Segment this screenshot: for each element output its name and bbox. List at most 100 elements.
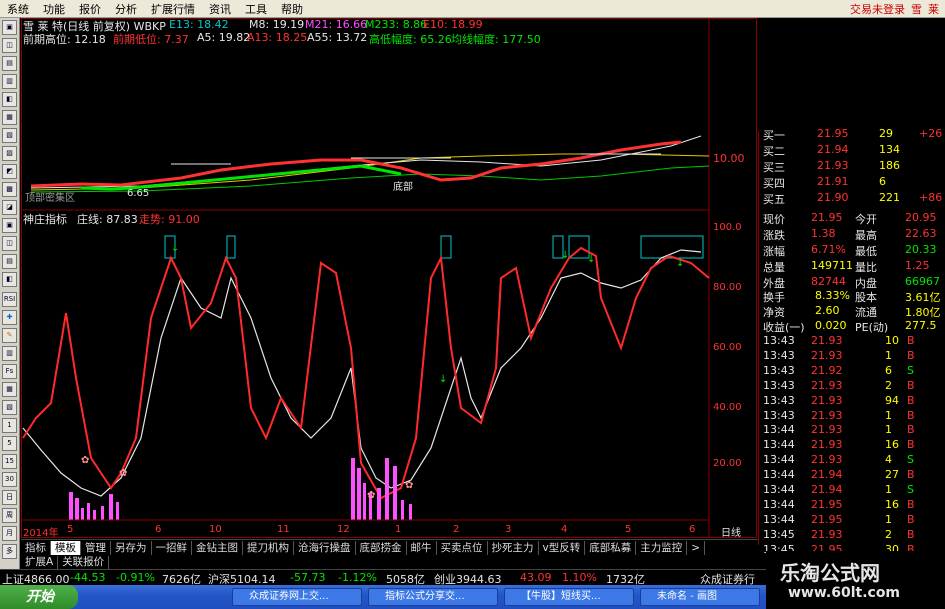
tick-volume: 16 bbox=[885, 497, 899, 511]
quote-label: PE(动) bbox=[855, 321, 889, 334]
period-30min[interactable]: 30 bbox=[2, 472, 17, 487]
tab-template[interactable]: 模板 bbox=[51, 540, 81, 555]
menu-extended[interactable]: 扩展行情 bbox=[144, 1, 202, 17]
toolbar-button[interactable]: ▧ bbox=[2, 128, 17, 143]
avg-range: 均线幅度: 177.50 bbox=[451, 33, 541, 46]
pencil-icon[interactable]: ✎ bbox=[2, 328, 17, 343]
quote-label: 现价 bbox=[763, 213, 785, 226]
indicator-axis-20: 20.00 bbox=[713, 458, 742, 469]
quote-label: 今开 bbox=[855, 213, 877, 226]
login-status[interactable]: 交易未登录 bbox=[850, 1, 905, 17]
volume-bar bbox=[116, 502, 119, 520]
volume-bar bbox=[109, 494, 113, 520]
menu-function[interactable]: 功能 bbox=[36, 1, 72, 17]
tick-volume: 4 bbox=[885, 453, 892, 467]
period-5min[interactable]: 5 bbox=[2, 436, 17, 451]
menu-bar: 系统 功能 报价 分析 扩展行情 资讯 工具 帮助 交易未登录 雪 莱 bbox=[0, 0, 945, 18]
tab-manage[interactable]: 管理 bbox=[81, 540, 111, 555]
cy-change: 43.09 bbox=[520, 571, 552, 584]
menu-news[interactable]: 资讯 bbox=[202, 1, 238, 17]
bid-price[interactable]: 21.93 bbox=[817, 159, 849, 172]
period-week[interactable]: 周 bbox=[2, 508, 17, 523]
tab-yizhaoxian[interactable]: 一招鲜 bbox=[152, 540, 192, 555]
tab-youniu[interactable]: 邮牛 bbox=[407, 540, 437, 555]
start-button[interactable]: 开始 bbox=[0, 585, 78, 609]
quote-label: 最高 bbox=[855, 229, 877, 242]
tab-dibu-laojin[interactable]: 底部捞金 bbox=[356, 540, 407, 555]
toolbar-button[interactable]: ◫ bbox=[2, 236, 17, 251]
taskbar-item[interactable]: 【牛股】短线买... bbox=[504, 588, 634, 606]
period-15min[interactable]: 15 bbox=[2, 454, 17, 469]
tab-maimai[interactable]: 买卖点位 bbox=[437, 540, 488, 555]
quote-label: 换手 bbox=[763, 291, 785, 304]
toolbar-button[interactable]: ◩ bbox=[2, 164, 17, 179]
taskbar-item[interactable]: 指标公式分享交... bbox=[368, 588, 498, 606]
tab-save-as[interactable]: 另存为 bbox=[111, 540, 152, 555]
tab-related-quote[interactable]: 关联报价 bbox=[58, 555, 110, 569]
period-day[interactable]: 日 bbox=[2, 490, 17, 505]
menu-system[interactable]: 系统 bbox=[0, 1, 36, 17]
toolbar-button[interactable]: ▨ bbox=[2, 146, 17, 161]
bid-volume: 6 bbox=[879, 175, 886, 188]
up-marker-icon: ✿ bbox=[405, 480, 413, 491]
signal-box bbox=[440, 235, 452, 259]
toolbar-button[interactable]: ▤ bbox=[2, 254, 17, 269]
bid-price[interactable]: 21.94 bbox=[817, 143, 849, 156]
tab-tidao[interactable]: 提刀机构 bbox=[243, 540, 294, 555]
tick-time: 13:45 bbox=[763, 527, 795, 541]
toolbar-button[interactable]: ▦ bbox=[2, 382, 17, 397]
period-label[interactable]: 日线 bbox=[721, 524, 741, 539]
tick-side: B bbox=[907, 393, 915, 407]
menu-help[interactable]: 帮助 bbox=[274, 1, 310, 17]
tab-dibu-simu[interactable]: 底部私募 bbox=[585, 540, 637, 555]
crosshair-icon[interactable]: ✚ bbox=[2, 310, 17, 325]
toolbar-button[interactable]: ▧ bbox=[2, 400, 17, 415]
m8-value: M8: 19.19 bbox=[249, 18, 305, 31]
tab-extension-a[interactable]: 扩展A bbox=[21, 555, 59, 569]
period-1min[interactable]: 1 bbox=[2, 418, 17, 433]
quote-value: 0.020 bbox=[815, 319, 847, 332]
tab-chaosi[interactable]: 抄死主力 bbox=[488, 540, 539, 555]
tick-time: 13:43 bbox=[763, 393, 795, 407]
toolbar-button[interactable]: Fs bbox=[2, 364, 17, 379]
menu-right-char-1: 雪 bbox=[911, 2, 922, 16]
toolbar-button[interactable]: ▦ bbox=[2, 110, 17, 125]
indicator-axis-100: 100.0 bbox=[713, 222, 742, 233]
toolbar-button[interactable]: ▣ bbox=[2, 20, 17, 35]
toolbar-button[interactable]: ◧ bbox=[2, 92, 17, 107]
menu-tools[interactable]: 工具 bbox=[238, 1, 274, 17]
toolbar-button[interactable]: ◪ bbox=[2, 200, 17, 215]
chart-area[interactable]: ↓ ↓ ↓ ↓ ↓ ✿ ✿ ✿ ✿ 雪 莱 特(日线 前复权) WBKP E13… bbox=[21, 18, 758, 539]
rsi-button[interactable]: RSI bbox=[2, 292, 17, 307]
tab-jinzuan[interactable]: 金钻主图 bbox=[192, 540, 243, 555]
quote-label: 净资 bbox=[763, 306, 785, 319]
bid-volume: 186 bbox=[879, 159, 900, 172]
quote-value: 277.5 bbox=[905, 319, 937, 332]
indicator-title[interactable]: 神庄指标 bbox=[23, 211, 67, 227]
toolbar-button[interactable]: ▤ bbox=[2, 56, 17, 71]
quote-value: 3.61亿 bbox=[905, 291, 941, 304]
tab-zhuli[interactable]: 主力监控 bbox=[636, 540, 688, 555]
bid-price[interactable]: 21.95 bbox=[817, 127, 849, 140]
bid-price[interactable]: 21.91 bbox=[817, 175, 849, 188]
tab-scroll-right[interactable]: > bbox=[687, 540, 706, 555]
tab-indicator[interactable]: 指标 bbox=[21, 540, 51, 555]
toolbar-button[interactable]: ▣ bbox=[2, 218, 17, 233]
period-month[interactable]: 月 bbox=[2, 526, 17, 541]
toolbar-button[interactable]: ▥ bbox=[2, 74, 17, 89]
tab-v-reversal[interactable]: v型反转 bbox=[539, 540, 586, 555]
menu-quote[interactable]: 报价 bbox=[72, 1, 108, 17]
period-multi[interactable]: 多 bbox=[2, 544, 17, 559]
toolbar-button[interactable]: ◫ bbox=[2, 38, 17, 53]
toolbar-button[interactable]: ▩ bbox=[2, 182, 17, 197]
taskbar-item[interactable]: 未命名 - 画图 bbox=[640, 588, 760, 606]
taskbar-item[interactable]: 众成证券网上交... bbox=[232, 588, 362, 606]
menu-analysis[interactable]: 分析 bbox=[108, 1, 144, 17]
toolbar-button[interactable]: ▥ bbox=[2, 346, 17, 361]
tick-volume: 6 bbox=[885, 363, 892, 377]
volume-bar bbox=[75, 498, 79, 520]
bid-price[interactable]: 21.90 bbox=[817, 191, 849, 204]
tab-canghai[interactable]: 沧海行操盘 bbox=[294, 540, 356, 555]
time-label: 11 bbox=[277, 524, 290, 535]
toolbar-button[interactable]: ◧ bbox=[2, 272, 17, 287]
